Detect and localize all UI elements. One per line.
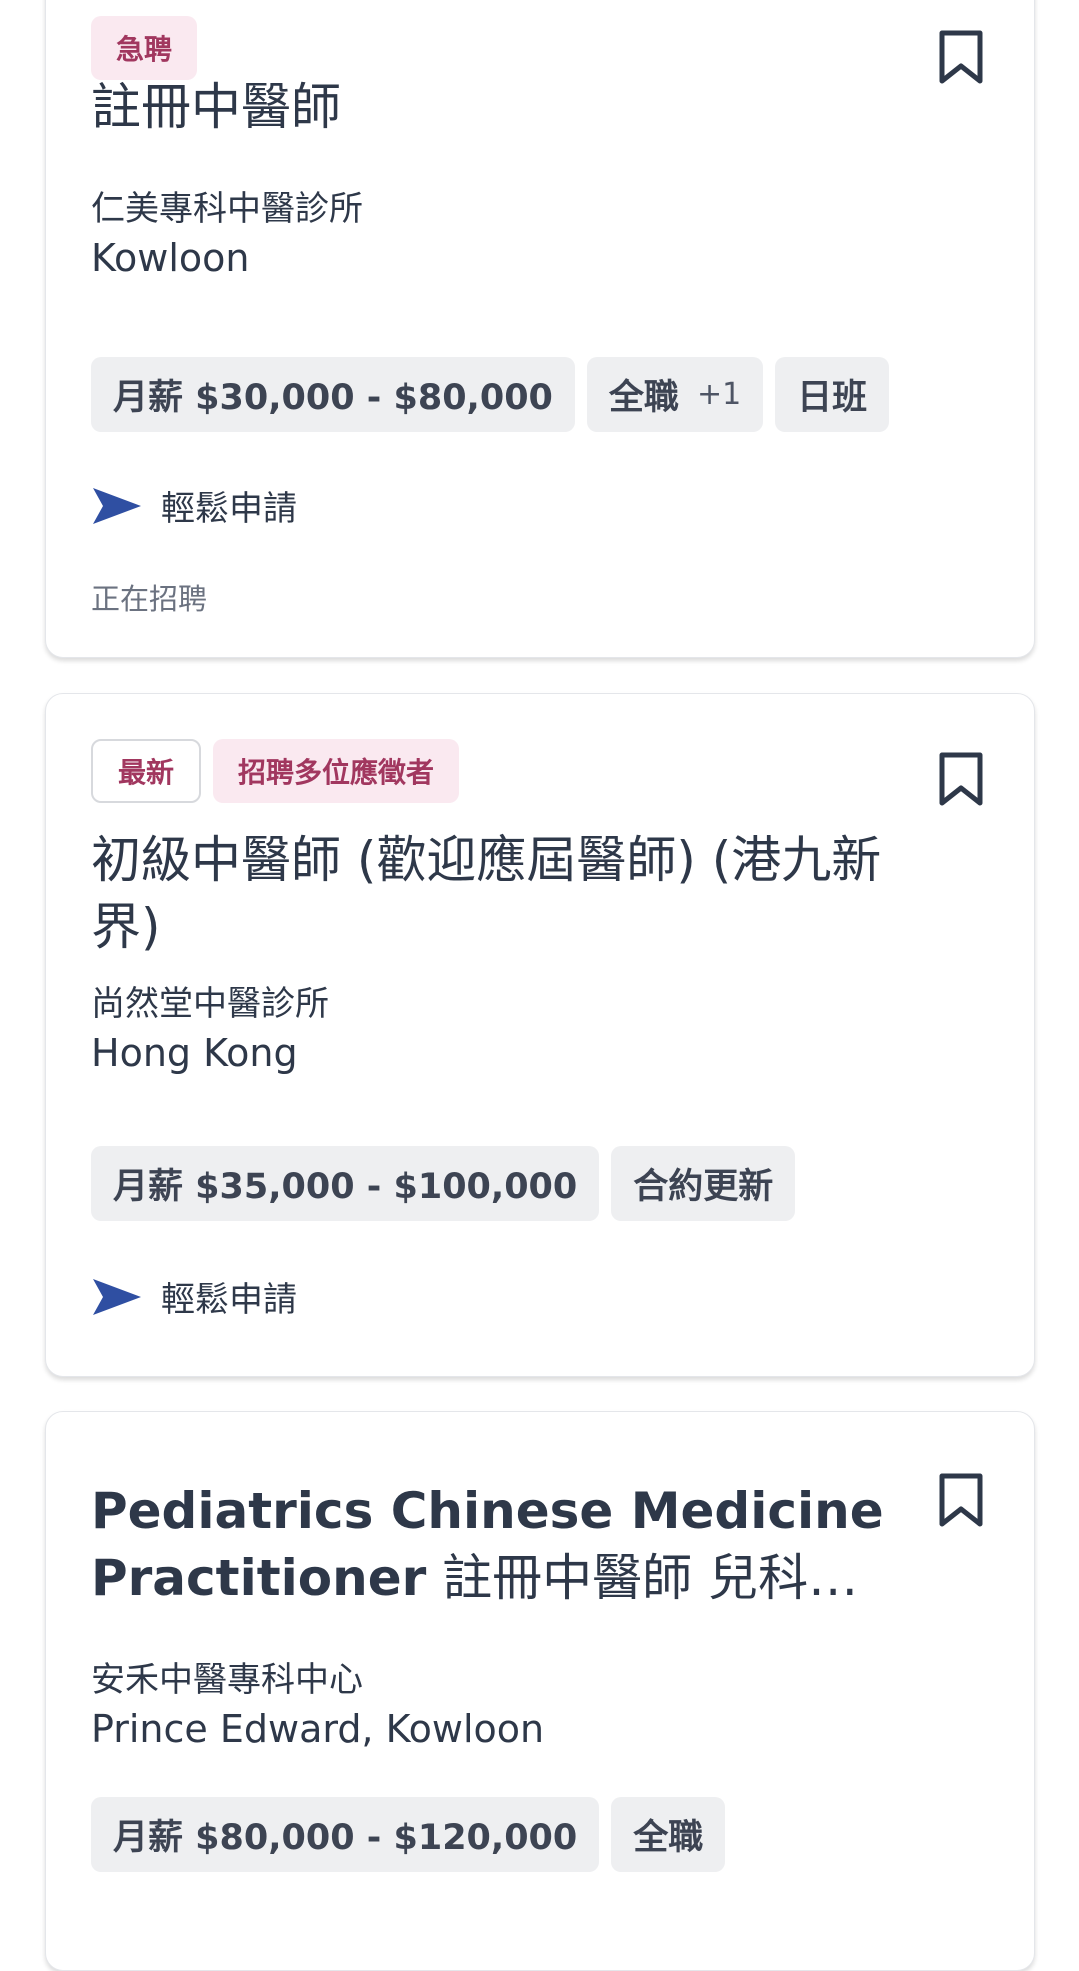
company-name: 安禾中醫專科中心 — [91, 1660, 363, 1700]
work-type-chip: 全職 +1 — [586, 357, 764, 432]
job-card[interactable]: 最新 招聘多位應徵者 初級中醫師 (歡迎應屆醫師) (港九新界) 尚然堂中醫診所… — [45, 693, 1035, 1377]
more-tags-count: +1 — [696, 377, 742, 412]
hiring-status: 正在招聘 — [91, 582, 208, 616]
urgent-badge: 急聘 — [91, 16, 198, 80]
work-type-chip: 全職 — [611, 1797, 726, 1872]
salary-chip: 月薪 $30,000 - $80,000 — [91, 357, 575, 432]
send-arrow-icon — [93, 487, 141, 524]
job-location: Prince Edward, Kowloon — [91, 1707, 545, 1751]
bookmark-icon[interactable] — [938, 29, 984, 85]
contract-chip: 合約更新 — [611, 1146, 796, 1221]
salary-chip: 月薪 $80,000 - $120,000 — [91, 1797, 600, 1872]
company-name: 尚然堂中醫診所 — [91, 984, 329, 1024]
multiple-hires-badge: 招聘多位應徵者 — [213, 739, 460, 803]
job-tags: 月薪 $35,000 - $100,000 合約更新 — [91, 1146, 796, 1221]
job-card[interactable]: Pediatrics Chinese Medicine Practitioner… — [45, 1411, 1035, 1971]
work-type-label: 全職 — [608, 378, 679, 418]
new-badge: 最新 — [91, 739, 202, 803]
shift-chip: 日班 — [775, 357, 890, 432]
badge-row: 最新 招聘多位應徵者 — [91, 739, 460, 803]
job-card[interactable]: 急聘 註冊中醫師 仁美專科中醫診所 Kowloon 月薪 $30,000 - $… — [45, 0, 1035, 658]
company-name: 仁美專科中醫診所 — [91, 189, 363, 229]
quick-apply-label: 輕鬆申請 — [161, 1280, 297, 1320]
job-title[interactable]: Pediatrics Chinese Medicine Practitioner… — [91, 1478, 911, 1612]
send-arrow-icon — [93, 1278, 141, 1315]
bookmark-icon[interactable] — [938, 751, 984, 807]
quick-apply[interactable]: 輕鬆申請 — [91, 481, 297, 530]
job-title-chinese: 註冊中醫師 兒科… — [442, 1549, 859, 1607]
badge-row: 急聘 — [91, 16, 198, 80]
job-tags: 月薪 $80,000 - $120,000 全職 — [91, 1797, 726, 1872]
job-title[interactable]: 註冊中醫師 — [91, 74, 911, 141]
job-location: Kowloon — [91, 236, 250, 280]
job-tags: 月薪 $30,000 - $80,000 全職 +1 日班 — [91, 357, 890, 432]
quick-apply-label: 輕鬆申請 — [161, 489, 297, 529]
job-title[interactable]: 初級中醫師 (歡迎應屆醫師) (港九新界) — [91, 827, 911, 961]
salary-chip: 月薪 $35,000 - $100,000 — [91, 1146, 600, 1221]
quick-apply[interactable]: 輕鬆申請 — [91, 1272, 297, 1321]
bookmark-icon[interactable] — [938, 1472, 984, 1528]
job-location: Hong Kong — [91, 1031, 298, 1075]
